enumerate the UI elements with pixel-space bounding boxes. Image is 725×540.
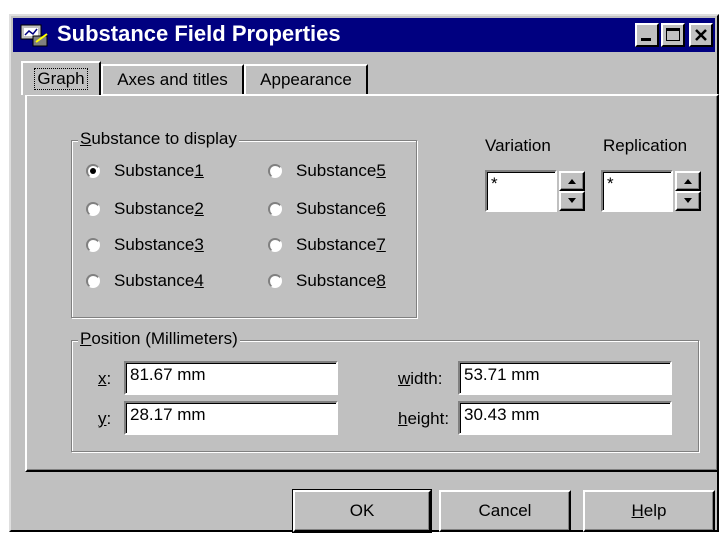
window-title: Substance Field Properties — [57, 21, 341, 46]
tab-graph[interactable]: Graph — [21, 61, 101, 95]
arrow-down-icon — [684, 198, 692, 203]
variation-spinner[interactable] — [559, 171, 585, 211]
position-group-legend: Position (Millimeters) — [78, 329, 240, 349]
radio-substance-5[interactable]: Substance 5 — [268, 161, 386, 181]
maximize-button[interactable] — [661, 23, 685, 47]
radio-substance-8[interactable]: Substance 8 — [268, 271, 386, 291]
radio-button[interactable] — [268, 274, 282, 288]
radio-substance-3[interactable]: Substance 3 — [86, 235, 204, 255]
radio-substance-1[interactable]: Substance 1 — [86, 161, 204, 181]
replication-input[interactable]: * — [601, 170, 673, 212]
arrow-down-icon — [568, 198, 576, 203]
radio-substance-7[interactable]: Substance 7 — [268, 235, 386, 255]
position-group: Position (Millimeters) x: 81.67 mm y: 28… — [71, 329, 699, 452]
radio-button[interactable] — [268, 238, 282, 252]
variation-input[interactable]: * — [485, 170, 557, 212]
y-label: y: — [98, 409, 112, 428]
arrow-up-icon — [568, 179, 576, 184]
tab-graph-label: Graph — [34, 68, 88, 90]
radio-button[interactable] — [86, 238, 100, 252]
cancel-button[interactable]: Cancel — [439, 490, 571, 532]
x-label: x: — [98, 369, 112, 388]
spin-up-button[interactable] — [675, 171, 701, 191]
radio-substance-2[interactable]: Substance 2 — [86, 199, 204, 219]
radio-button[interactable] — [268, 164, 282, 178]
radio-button-selected[interactable] — [86, 164, 100, 178]
help-button[interactable]: Help — [583, 490, 715, 532]
minimize-button[interactable] — [635, 23, 659, 47]
graph-tab-panel: Substance to display Substance 1 Substan… — [25, 94, 719, 472]
height-label: height: — [398, 409, 450, 428]
y-input[interactable]: 28.17 mm — [124, 401, 338, 435]
width-input[interactable]: 53.71 mm — [458, 361, 672, 395]
radio-substance-4[interactable]: Substance 4 — [86, 271, 204, 291]
app-icon — [20, 24, 48, 47]
width-label: width: — [398, 369, 443, 388]
substance-group: Substance to display Substance 1 Substan… — [71, 129, 417, 318]
radio-substance-6[interactable]: Substance 6 — [268, 199, 386, 219]
tab-axes-and-titles[interactable]: Axes and titles — [101, 64, 244, 94]
replication-spinner[interactable] — [675, 171, 701, 211]
spin-up-button[interactable] — [559, 171, 585, 191]
variation-label: Variation — [485, 136, 551, 155]
radio-button[interactable] — [86, 202, 100, 216]
substance-group-legend: Substance to display — [78, 129, 239, 149]
radio-button[interactable] — [268, 202, 282, 216]
arrow-up-icon — [684, 179, 692, 184]
properties-dialog: Substance Field Properties Graph Axes an… — [9, 14, 719, 533]
x-input[interactable]: 81.67 mm — [124, 361, 338, 395]
title-bar[interactable]: Substance Field Properties — [13, 18, 715, 52]
tab-appearance-label: Appearance — [260, 70, 352, 89]
close-icon — [695, 29, 707, 41]
maximize-icon — [666, 28, 680, 41]
tab-axes-label: Axes and titles — [117, 70, 228, 89]
ok-button[interactable]: OK — [292, 489, 432, 533]
minimize-icon — [641, 38, 651, 41]
height-input[interactable]: 30.43 mm — [458, 401, 672, 435]
radio-button[interactable] — [86, 274, 100, 288]
replication-label: Replication — [603, 136, 688, 155]
close-button[interactable] — [689, 23, 713, 47]
tab-appearance[interactable]: Appearance — [244, 64, 368, 94]
spin-down-button[interactable] — [675, 191, 701, 211]
spin-down-button[interactable] — [559, 191, 585, 211]
